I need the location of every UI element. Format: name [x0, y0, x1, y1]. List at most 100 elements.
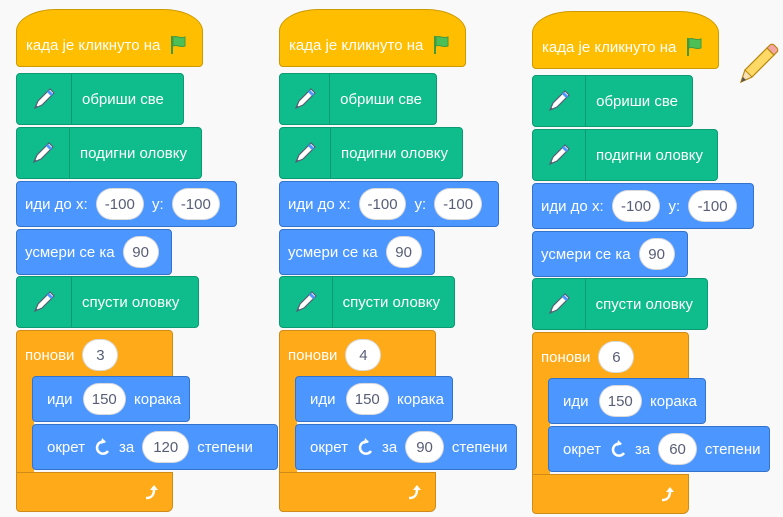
turn-left-icon — [93, 437, 113, 457]
move-unit-label: корака — [397, 390, 444, 408]
when-flag-clicked-block[interactable]: када је кликнуто на — [532, 11, 719, 69]
repeat-arrow-icon — [658, 485, 676, 503]
goto-label: иди до x: — [288, 195, 351, 213]
repeat-end — [279, 472, 436, 512]
pen-down-block[interactable]: спусти оловку — [532, 278, 708, 330]
goto-y-input[interactable]: -100 — [434, 188, 482, 220]
goto-x-input[interactable]: -100 — [611, 190, 661, 222]
pen-icon — [280, 277, 333, 327]
hat-label: када је кликнуто на — [289, 36, 424, 54]
when-flag-clicked-block[interactable]: када је кликнуто на — [16, 9, 203, 67]
move-steps-input[interactable]: 150 — [598, 385, 642, 417]
pen-up-block[interactable]: подигни оловку — [16, 127, 202, 179]
repeat-block[interactable]: понови 4 — [279, 330, 436, 380]
turn-by-label: за — [381, 438, 398, 456]
pen-down-label: спусти оловку — [595, 295, 693, 313]
erase-label: обриши све — [82, 90, 164, 108]
pen-icon — [533, 76, 587, 126]
turn-degrees-input[interactable]: 120 — [142, 431, 190, 463]
turn-left-block[interactable]: окрет за 120 степени — [32, 424, 278, 470]
pen-down-label: спусти оловку — [342, 293, 440, 311]
pen-up-block[interactable]: подигни оловку — [279, 127, 463, 179]
pen-icon — [17, 277, 72, 327]
move-unit-label: корака — [134, 390, 181, 408]
turn-degrees-input[interactable]: 90 — [405, 431, 444, 463]
goto-xy-block[interactable]: иди до x: -100 y: -100 — [532, 183, 754, 229]
move-steps-block[interactable]: иди 150 корака — [32, 376, 190, 422]
goto-x-input[interactable]: -100 — [358, 188, 407, 220]
point-direction-input[interactable]: 90 — [385, 236, 422, 268]
goto-y-input[interactable]: -100 — [688, 190, 737, 222]
repeat-block[interactable]: понови 6 — [532, 332, 689, 382]
repeat-arrow-icon — [405, 483, 423, 501]
pen-icon — [280, 128, 331, 178]
pen-icon — [17, 128, 70, 178]
goto-y-label: y: — [151, 195, 164, 213]
point-direction-block[interactable]: усмери се ка 90 — [16, 229, 172, 275]
pen-down-block[interactable]: спусти оловку — [16, 276, 199, 328]
hat-label: када је кликнуто на — [26, 36, 161, 54]
pen-icon — [17, 74, 72, 124]
repeat-label: понови — [288, 346, 338, 364]
pencil-cursor-icon — [733, 42, 779, 88]
turn-degrees-input[interactable]: 60 — [658, 433, 697, 465]
repeat-count-input[interactable]: 6 — [598, 341, 635, 373]
green-flag-icon — [431, 34, 453, 56]
erase-label: обриши све — [596, 92, 678, 110]
pen-up-label: подигни оловку — [340, 144, 448, 162]
goto-label: иди до x: — [541, 197, 604, 215]
goto-x-input[interactable]: -100 — [95, 188, 144, 220]
pen-up-label: подигни оловку — [79, 144, 187, 162]
repeat-count-input[interactable]: 4 — [345, 339, 382, 371]
turn-by-label: за — [118, 438, 135, 456]
pen-icon — [280, 74, 331, 124]
point-direction-input[interactable]: 90 — [122, 236, 159, 268]
when-flag-clicked-block[interactable]: када је кликнуто на — [279, 9, 466, 67]
turn-unit-label: степени — [704, 440, 761, 458]
pen-icon — [533, 130, 586, 180]
goto-y-label: y: — [668, 197, 681, 215]
pen-icon — [533, 279, 586, 329]
pen-down-block[interactable]: спусти оловку — [279, 276, 455, 328]
point-direction-input[interactable]: 90 — [638, 238, 675, 270]
goto-label: иди до x: — [25, 195, 88, 213]
repeat-arrow-icon — [142, 483, 160, 501]
green-flag-icon — [168, 34, 190, 56]
repeat-end — [532, 474, 689, 514]
repeat-label: понови — [541, 348, 591, 366]
turn-left-block[interactable]: окрет за 60 степени — [548, 426, 770, 472]
repeat-end — [16, 472, 173, 512]
erase-all-block[interactable]: обриши све — [16, 73, 184, 125]
point-direction-block[interactable]: усмери се ка 90 — [532, 231, 688, 277]
move-steps-input[interactable]: 150 — [82, 383, 126, 415]
turn-left-icon — [356, 437, 376, 457]
move-steps-block[interactable]: иди 150 корака — [295, 376, 453, 422]
goto-xy-block[interactable]: иди до x: -100 y: -100 — [279, 181, 499, 227]
point-direction-block[interactable]: усмери се ка 90 — [279, 229, 435, 275]
move-label: иди — [563, 392, 589, 410]
turn-label: окрет — [563, 440, 601, 458]
goto-xy-block[interactable]: иди до x: -100 y: -100 — [16, 181, 237, 227]
repeat-block[interactable]: понови 3 — [16, 330, 173, 380]
point-label: усмери се ка — [541, 245, 631, 263]
move-steps-block[interactable]: иди 150 корака — [548, 378, 706, 424]
pen-up-label: подигни оловку — [595, 146, 703, 164]
green-flag-icon — [684, 36, 706, 58]
turn-left-block[interactable]: окрет за 90 степени — [295, 424, 517, 470]
goto-y-input[interactable]: -100 — [171, 188, 220, 220]
repeat-label: понови — [25, 346, 75, 364]
turn-left-icon — [609, 439, 629, 459]
move-label: иди — [310, 390, 336, 408]
point-label: усмери се ка — [288, 243, 378, 261]
move-label: иди — [47, 390, 73, 408]
repeat-count-input[interactable]: 3 — [82, 339, 119, 371]
turn-unit-label: степени — [451, 438, 508, 456]
point-label: усмери се ка — [25, 243, 115, 261]
move-steps-input[interactable]: 150 — [345, 383, 389, 415]
erase-label: обриши све — [340, 90, 422, 108]
erase-all-block[interactable]: обриши све — [532, 75, 693, 127]
turn-by-label: за — [634, 440, 651, 458]
erase-all-block[interactable]: обриши све — [279, 73, 437, 125]
turn-unit-label: степени — [197, 438, 253, 456]
pen-up-block[interactable]: подигни оловку — [532, 129, 718, 181]
